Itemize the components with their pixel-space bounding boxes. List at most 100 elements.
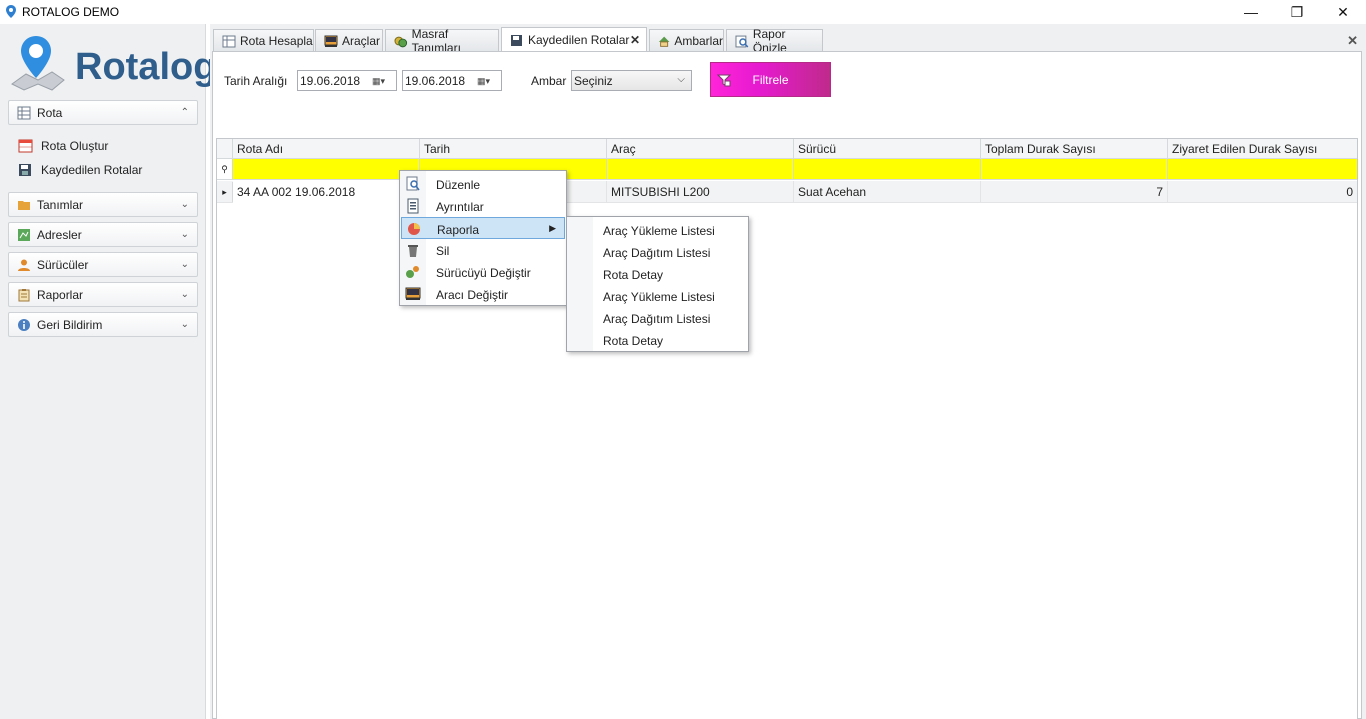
sidebar-group-adresler[interactable]: Adresler ⌄ [8,222,198,247]
location-pin-icon [6,5,16,18]
menu-item-label: Aracı Değiştir [436,288,509,302]
filter-cell-rota-adi[interactable] [233,159,420,180]
date-from-field[interactable]: 19.06.2018 ▦▾ [297,70,397,91]
menu-item-label: Raporla [437,223,480,237]
folder-icon [18,200,30,210]
menu-item-label: Ayrıntılar [436,200,484,214]
menu-item-surucuyu-degistir[interactable]: Sürücüyü Değiştir [401,261,565,283]
sidebar-group-geri-bildirim[interactable]: Geri Bildirim ⌄ [8,312,198,337]
sidebar-group-label: Tanımlar [37,197,84,212]
close-all-tabs-icon[interactable]: ✕ [1347,33,1358,49]
raporla-submenu: Araç Yükleme Listesi Araç Dağıtım Listes… [566,216,749,352]
menu-item-label: Araç Yükleme Listesi [603,290,715,304]
save-icon [511,34,522,46]
sidebar-group-label: Adresler [37,227,82,242]
submenu-item-rota-detay[interactable]: Rota Detay [568,263,747,285]
submenu-item-arac-dagitim-listesi[interactable]: Araç Dağıtım Listesi [568,241,747,263]
grid-icon [17,106,31,119]
tab-close-icon[interactable]: ✕ [630,33,640,47]
calendar-dropdown-icon[interactable]: ▦▾ [477,74,499,88]
calendar-icon [18,139,33,153]
map-pin-logo-icon [11,36,65,91]
chevron-down-icon: ⌄ [180,199,189,210]
filter-button-label: Filtrele [752,72,789,87]
column-header-tarih[interactable]: Tarih [420,139,607,159]
ambar-select-value: Seçiniz [574,74,613,88]
sidebar-group-suruculer[interactable]: Sürücüler ⌄ [8,252,198,277]
user-icon [18,259,30,271]
info-icon [18,318,30,331]
window-title: ROTALOG DEMO [22,5,120,19]
menu-item-label: Araç Yükleme Listesi [603,224,715,238]
clipboard-icon [18,288,30,301]
filter-cell-ziyaret-edilen[interactable] [1168,159,1357,180]
menu-item-ayrintilar[interactable]: Ayrıntılar [401,195,565,217]
truck-icon [324,35,338,47]
tab-strip: Rota Hesapla Araçlar Masraf Tanımları Ka… [210,27,1366,55]
tab-ambarlar[interactable]: Ambarlar [649,29,724,52]
edit-icon [406,176,420,191]
filter-pin-icon: ⚲ [217,159,233,179]
logo-text: Rotalog [75,46,217,88]
tab-label: Araçlar [342,34,381,48]
cell-arac[interactable]: MITSUBISHI L200 [607,181,794,203]
filter-button[interactable]: Filtrele [710,62,831,97]
header-indicator [217,139,233,159]
tab-kaydedilen-rotalar[interactable]: Kaydedilen Rotalar ✕ [501,27,647,52]
date-from-value: 19.06.2018 [300,74,361,88]
truck-icon [405,287,421,300]
restore-button[interactable]: ❐ [1274,0,1320,24]
calendar-dropdown-icon[interactable]: ▦▾ [372,74,394,88]
tab-masraf-tanimlari[interactable]: Masraf Tanımları [385,27,499,55]
tab-araclar[interactable]: Araçlar [315,29,383,52]
menu-item-label: Sürücüyü Değiştir [436,266,531,280]
cell-ziyaret-edilen[interactable]: 0 [1168,181,1357,203]
sidebar-item-label: Rota Oluştur [41,139,109,153]
coins-icon [394,36,408,47]
sidebar-group-tanimlar[interactable]: Tanımlar ⌄ [8,192,198,217]
details-icon [407,198,419,214]
column-header-surucu[interactable]: Sürücü [794,139,981,159]
date-to-field[interactable]: 19.06.2018 ▦▾ [402,70,502,91]
tab-rapor-onizle[interactable]: Rapor Önizle [726,27,823,55]
column-header-arac[interactable]: Araç [607,139,794,159]
date-to-value: 19.06.2018 [405,74,466,88]
sidebar-item-rota-olustur[interactable]: Rota Oluştur [18,137,108,155]
submenu-arrow-icon: ▶ [549,223,556,233]
cell-toplam-durak[interactable]: 7 [981,181,1168,203]
cell-rota-adi[interactable]: 34 AA 002 19.06.2018 [233,181,420,203]
submenu-item-arac-yukleme-listesi[interactable]: Araç Yükleme Listesi [568,219,747,241]
cell-surucu[interactable]: Suat Acehan [794,181,981,203]
filter-cell-toplam-durak[interactable] [981,159,1168,180]
column-header-ziyaret-edilen[interactable]: Ziyaret Edilen Durak Sayısı [1168,139,1357,159]
change-driver-icon [406,266,419,278]
close-button[interactable]: ✕ [1320,0,1366,24]
column-header-rota-adi[interactable]: Rota Adı [233,139,420,159]
minimize-button[interactable]: — [1228,0,1274,24]
chevron-down-icon: ⌵ [677,74,685,85]
filter-cell-surucu[interactable] [794,159,981,180]
submenu-item-arac-dagitim-listesi-2[interactable]: Araç Dağıtım Listesi [568,307,747,329]
main-area: Rota Hesapla Araçlar Masraf Tanımları Ka… [210,24,1366,719]
menu-item-araci-degistir[interactable]: Aracı Değiştir [401,283,565,305]
sidebar-group-raporlar[interactable]: Raporlar ⌄ [8,282,198,307]
sidebar: Rotalog Rota ⌃ Rota Oluştur Kaydedilen R… [0,24,216,719]
sidebar-group-label: Raporlar [37,287,84,302]
submenu-item-rota-detay-2[interactable]: Rota Detay [568,329,747,351]
save-icon [19,164,31,176]
submenu-item-arac-yukleme-listesi-2[interactable]: Araç Yükleme Listesi [568,285,747,307]
logo: Rotalog [8,32,216,96]
sidebar-item-kaydedilen-rotalar[interactable]: Kaydedilen Rotalar [18,161,142,179]
filter-cell-arac[interactable] [607,159,794,180]
menu-item-duzenle[interactable]: Düzenle [401,173,565,195]
tab-rota-hesapla[interactable]: Rota Hesapla [213,29,314,52]
column-header-toplam-durak[interactable]: Toplam Durak Sayısı [981,139,1168,159]
table-row[interactable]: ▸ 34 AA 002 19.06.2018 19.06.2018 MITSUB… [217,181,1357,203]
menu-item-label: Rota Detay [603,268,664,282]
menu-item-raporla[interactable]: Raporla ▶ [401,217,565,239]
report-preview-icon [735,35,749,47]
tab-label: Kaydedilen Rotalar [528,33,630,47]
menu-item-sil[interactable]: Sil [401,239,565,261]
sidebar-group-rota[interactable]: Rota ⌃ [8,100,198,125]
ambar-select[interactable]: Seçiniz ⌵ [571,70,692,91]
